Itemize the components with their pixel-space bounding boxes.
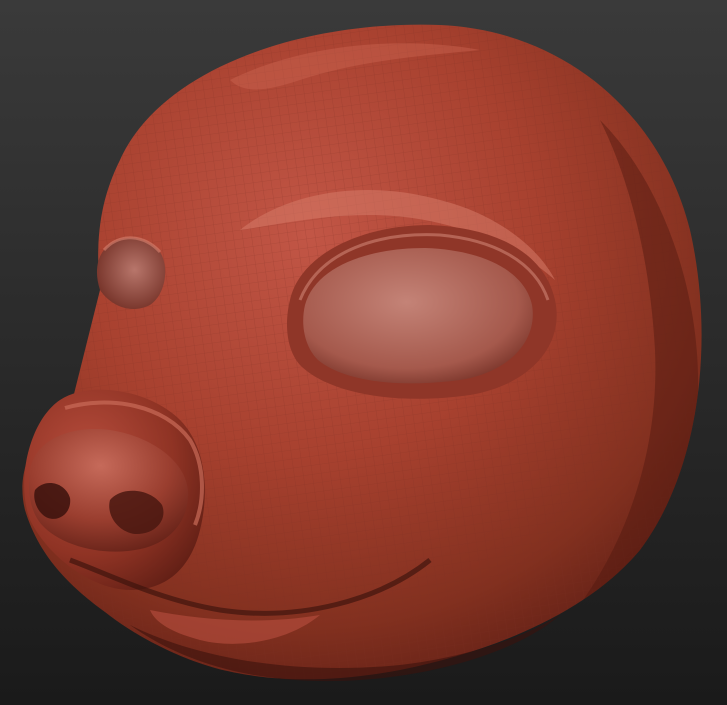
viewport-canvas [0,0,727,705]
eye-socket-right [303,248,533,384]
sculpt-viewport[interactable] [0,0,727,705]
